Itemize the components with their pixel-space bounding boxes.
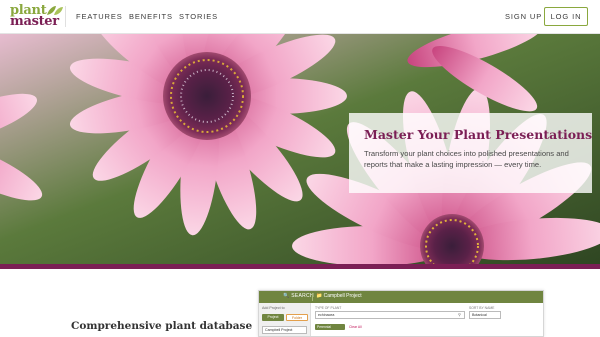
app-type-label: TYPE OF PLANT	[315, 306, 342, 310]
app-project-tab-label: Campbell Project	[323, 293, 362, 299]
feature-heading: Comprehensive plant database	[71, 320, 253, 332]
app-preview-toolbar: 🔍 SEARCH 📁 Campbell Project	[259, 291, 543, 303]
app-toolbar-divider	[312, 293, 313, 301]
app-search-field: echinacea	[315, 311, 465, 319]
app-preview-screenshot: 🔍 SEARCH 📁 Campbell Project Add Project …	[258, 290, 544, 337]
hero-description: Transform your plant choices into polish…	[364, 149, 569, 169]
header-divider	[65, 6, 66, 27]
logo-text-master: master	[10, 14, 59, 29]
app-sidebar-label: Add Project to	[262, 306, 285, 310]
app-filter-tag: Perennial	[315, 324, 345, 330]
search-icon: ⚲	[458, 312, 461, 317]
app-clear-all-link: Clear All	[349, 325, 362, 329]
app-sort-label: SORT BY NAME	[469, 306, 495, 310]
hero-banner: Master Your Plant Presentations Transfor…	[0, 34, 600, 264]
sign-up-link[interactable]: SIGN UP	[505, 12, 542, 21]
nav-link-benefits[interactable]: BENEFITS	[129, 12, 173, 21]
app-search-tab: 🔍 SEARCH	[283, 293, 314, 299]
nav-link-stories[interactable]: STORIES	[179, 12, 218, 21]
nav-link-features[interactable]: FEATURES	[76, 12, 123, 21]
hero-title: Master Your Plant Presentations	[364, 127, 593, 142]
app-sort-select: Botanical	[469, 311, 501, 319]
app-project-select: Campbell Project	[262, 326, 307, 334]
hero-accent-bar	[0, 264, 600, 269]
app-project-button: Project	[262, 314, 284, 321]
app-folder-button: Folder	[286, 314, 308, 321]
log-in-button[interactable]: LOG IN	[544, 7, 588, 26]
app-preview-sidebar: Add Project to Project Folder Campbell P…	[259, 303, 311, 336]
app-search-label: SEARCH	[291, 293, 314, 299]
leaf-icon	[47, 6, 63, 15]
plantmaster-logo[interactable]: plant master	[9, 4, 65, 29]
hero-message-card: Master Your Plant Presentations Transfor…	[349, 113, 592, 193]
top-navigation-bar: plant master FEATURES BENEFITS STORIES S…	[0, 0, 600, 34]
app-project-tab: 📁 Campbell Project	[316, 293, 362, 299]
